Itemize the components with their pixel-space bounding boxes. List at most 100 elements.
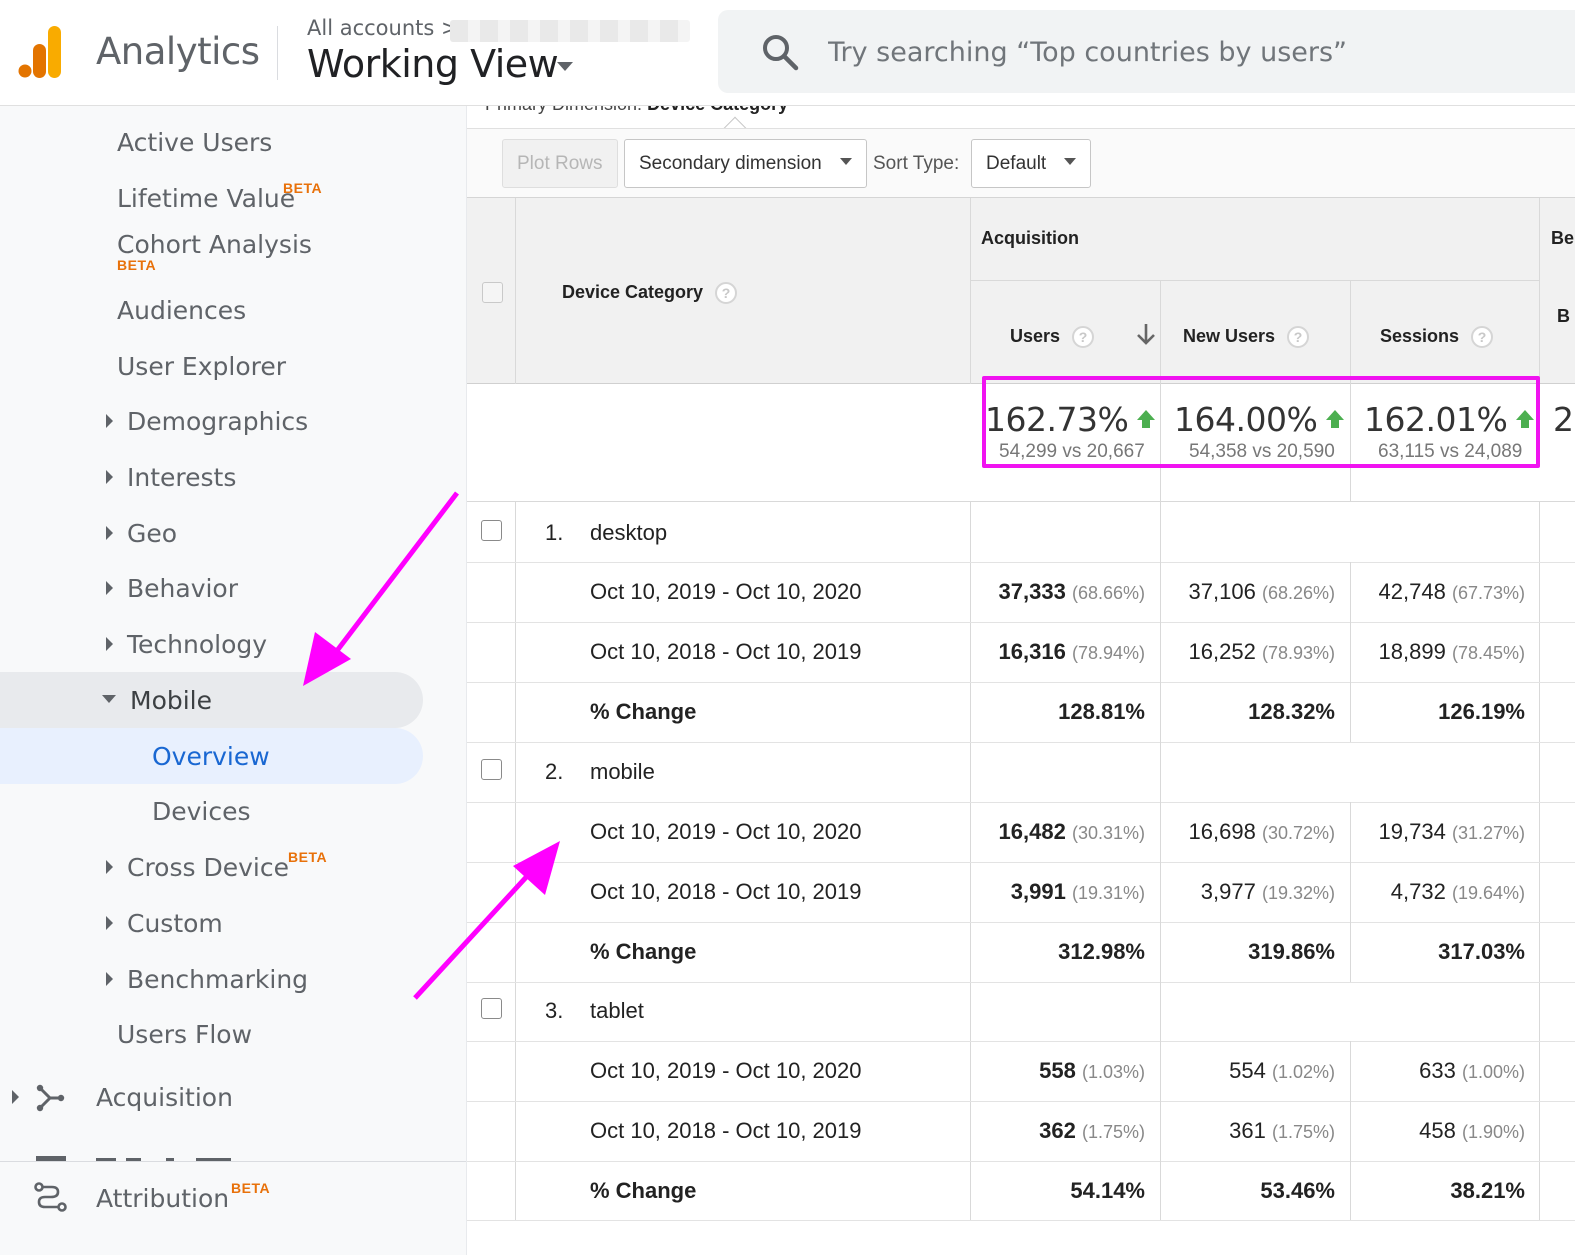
header-users[interactable]: Users? — [1010, 326, 1095, 349]
nav-interests[interactable]: Interests — [106, 463, 236, 492]
cell-users: 16,316 (78.94%) — [999, 639, 1145, 665]
header-label: Sessions — [1380, 326, 1460, 346]
nav-user-explorer[interactable]: User Explorer — [117, 352, 286, 381]
expand-triangle-icon — [12, 1090, 19, 1104]
breadcrumb-all-accounts[interactable]: All accounts > — [307, 16, 459, 40]
row-index: 3. — [545, 998, 564, 1023]
row-divider — [467, 982, 1575, 983]
cell-pct: (1.75%) — [1081, 1122, 1145, 1142]
secondary-dimension-label: Secondary dimension — [639, 153, 822, 174]
row-divider — [467, 802, 1575, 803]
expand-triangle-icon — [106, 972, 113, 986]
cell-sessions-change: 126.19% — [1438, 699, 1525, 724]
help-icon[interactable]: ? — [1471, 326, 1494, 349]
help-icon[interactable]: ? — [715, 282, 738, 305]
cell-new-users-change: 53.46% — [1260, 1178, 1335, 1203]
cell-users: 558 (1.03%) — [1039, 1058, 1145, 1084]
select-all-checkbox[interactable] — [482, 282, 503, 303]
row-checkbox[interactable] — [481, 520, 502, 541]
cell-pct: (1.02%) — [1271, 1062, 1335, 1082]
nav-lifetime-value[interactable]: Lifetime Value — [117, 184, 295, 213]
left-sidebar: Active Users Lifetime Value BETA Cohort … — [0, 106, 467, 1255]
view-selector[interactable]: Working View — [307, 42, 559, 86]
nav-acquisition[interactable] — [12, 1083, 33, 1112]
sort-descending-icon[interactable] — [1135, 322, 1157, 346]
row-checkbox[interactable] — [481, 759, 502, 780]
nav-label: Benchmarking — [127, 965, 309, 994]
row-divider — [467, 1041, 1575, 1042]
col-divider — [1160, 982, 1161, 1220]
cell-value: 37,106 — [1188, 579, 1256, 604]
nav-users-flow[interactable]: Users Flow — [117, 1020, 252, 1049]
cell-value: 558 — [1039, 1058, 1076, 1083]
row-date-range: Oct 10, 2018 - Oct 10, 2019 — [590, 1118, 862, 1143]
header-acquisition: Acquisition — [981, 228, 1079, 248]
nav-mobile-overview[interactable]: Overview — [152, 742, 270, 771]
plot-rows-button[interactable]: Plot Rows — [502, 139, 618, 188]
expand-triangle-icon — [106, 637, 113, 651]
search-icon — [763, 35, 799, 71]
header-bounce-partial: B — [1557, 306, 1570, 326]
row-divider — [467, 1161, 1575, 1162]
nav-active-users[interactable]: Active Users — [117, 128, 272, 157]
nav-audiences[interactable]: Audiences — [117, 296, 246, 325]
acquisition-icon — [36, 1084, 65, 1112]
header-device-category[interactable]: Device Category? — [562, 282, 738, 305]
search-bar[interactable] — [718, 10, 1575, 93]
nav-label: Demographics — [127, 407, 309, 436]
header-sessions[interactable]: Sessions? — [1380, 326, 1494, 349]
nav-acquisition-label[interactable]: Acquisition — [96, 1083, 233, 1112]
totals-highlight-box — [982, 376, 1540, 468]
cell-users-change: 128.81% — [1058, 699, 1145, 724]
cell-sessions-change: 317.03% — [1438, 939, 1525, 964]
cell-pct: (30.31%) — [1071, 823, 1145, 843]
cell-value: 362 — [1039, 1118, 1076, 1143]
nav-mobile[interactable]: Mobile — [102, 686, 212, 715]
row-dimension-tablet[interactable]: tablet — [590, 998, 644, 1024]
expand-triangle-icon — [106, 414, 113, 428]
analytics-logo-icon[interactable] — [18, 26, 64, 78]
cell-pct: (68.26%) — [1261, 583, 1335, 603]
help-icon[interactable]: ? — [1287, 326, 1310, 349]
nav-technology[interactable]: Technology — [106, 630, 267, 659]
nav-mobile-devices[interactable]: Devices — [152, 797, 251, 826]
help-icon[interactable]: ? — [1072, 326, 1095, 349]
row-checkbox[interactable] — [481, 998, 502, 1019]
cell-pct: (1.90%) — [1461, 1122, 1525, 1142]
nav-label: Cross Device — [127, 853, 289, 882]
nav-cross-device[interactable]: Cross Device — [106, 853, 289, 882]
secondary-dimension-dropdown[interactable]: Secondary dimension — [624, 139, 867, 188]
total-next-partial: 2 — [1553, 400, 1574, 439]
nav-geo[interactable]: Geo — [106, 519, 177, 548]
cell-pct: (19.64%) — [1451, 883, 1525, 903]
row-date-range: Oct 10, 2019 - Oct 10, 2020 — [590, 579, 862, 604]
row-divider — [467, 742, 1575, 743]
col-divider — [1160, 742, 1161, 982]
row-dimension-desktop[interactable]: desktop — [590, 520, 667, 546]
app-name: Analytics — [96, 30, 260, 73]
nav-attribution[interactable]: Attribution — [96, 1184, 229, 1213]
row-date-range: Oct 10, 2019 - Oct 10, 2020 — [590, 1058, 862, 1083]
header-new-users[interactable]: New Users? — [1183, 326, 1310, 349]
header-label: New Users — [1183, 326, 1276, 346]
caret-down-icon[interactable] — [557, 62, 573, 71]
nav-behavior[interactable]: Behavior — [106, 574, 238, 603]
nav-cohort-analysis[interactable]: Cohort Analysis — [117, 230, 312, 259]
nav-demographics[interactable]: Demographics — [106, 407, 308, 436]
cell-new-users-change: 128.32% — [1248, 699, 1335, 724]
sort-type-dropdown[interactable]: Default — [971, 139, 1092, 188]
cell-pct: (78.45%) — [1451, 643, 1525, 663]
beta-badge: BETA — [117, 257, 157, 273]
row-index: 1. — [545, 520, 564, 545]
nav-benchmarking[interactable]: Benchmarking — [106, 965, 308, 994]
row-divider — [467, 862, 1575, 863]
row-dimension-mobile[interactable]: mobile — [590, 759, 655, 785]
row-date-range: Oct 10, 2018 - Oct 10, 2019 — [590, 639, 862, 664]
nav-custom[interactable]: Custom — [106, 909, 223, 938]
cell-value: 633 — [1419, 1058, 1456, 1083]
primary-dimension-value[interactable]: Device Category — [647, 106, 788, 114]
row-change-label: % Change — [590, 1178, 697, 1203]
cell-value: 3,991 — [1010, 879, 1066, 904]
cell-pct: (1.03%) — [1081, 1062, 1145, 1082]
search-input[interactable] — [828, 28, 1528, 76]
